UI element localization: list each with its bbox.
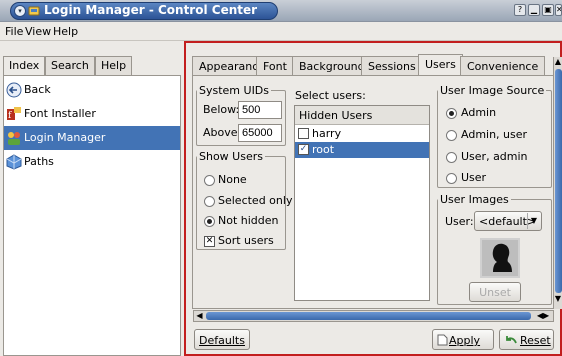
menu-help[interactable]: Help: [53, 25, 78, 38]
root-checkbox[interactable]: ✓: [298, 144, 309, 155]
app-icon: [28, 6, 40, 16]
users-list[interactable]: Hidden Users harry ✓ root: [294, 105, 430, 301]
window-title: Login Manager - Control Center: [44, 3, 258, 17]
show-not-hidden-label: Not hidden: [218, 214, 279, 227]
tab-index[interactable]: Index: [3, 56, 46, 76]
apply-label: Apply: [449, 334, 481, 347]
sort-users-label: Sort users: [218, 234, 274, 247]
show-selected-only-label: Selected only: [218, 194, 293, 207]
user-label: User:: [445, 215, 474, 228]
tab-convenience[interactable]: Convenience: [460, 56, 546, 75]
sort-users-checkbox[interactable]: ✕: [204, 236, 215, 247]
select-users-label: Select users:: [295, 89, 366, 102]
reset-button[interactable]: Reset: [499, 329, 554, 350]
chevron-down-icon[interactable]: ▼: [527, 213, 540, 229]
module-tree: Back f Font Installer Login Manager Path…: [3, 75, 181, 356]
source-user-radio[interactable]: [446, 173, 457, 184]
source-admin-radio[interactable]: [446, 108, 457, 119]
source-user-admin-label: User, admin: [461, 150, 528, 163]
user-images-legend: User Images: [440, 193, 509, 206]
tree-item-label: Paths: [24, 155, 54, 168]
source-admin-user-label: Admin, user: [461, 128, 528, 141]
user-name: harry: [312, 127, 342, 140]
above-label: Above:: [203, 126, 242, 139]
close-button[interactable]: ✕: [555, 4, 562, 16]
harry-checkbox[interactable]: [298, 128, 309, 139]
undo-arrow-icon: [506, 336, 517, 344]
list-item-root[interactable]: ✓ root: [295, 142, 429, 158]
source-admin-label: Admin: [461, 106, 497, 119]
horizontal-scrollbar[interactable]: ◀ ◀▶: [193, 310, 554, 322]
system-uids-legend: System UIDs: [199, 84, 270, 97]
tab-background[interactable]: Background: [292, 56, 372, 75]
show-users-legend: Show Users: [199, 150, 263, 163]
back-arrow-icon: [6, 82, 22, 98]
paths-icon: [6, 154, 22, 170]
window-menu-icon[interactable]: ▾: [14, 5, 26, 17]
menu-bar: File View Help: [0, 22, 562, 41]
above-uid-field[interactable]: [238, 124, 282, 142]
tree-item-font-installer[interactable]: f Font Installer: [4, 102, 180, 126]
user-image-preview[interactable]: [480, 238, 520, 278]
defaults-button[interactable]: Defaults: [194, 329, 250, 350]
scroll-down-icon[interactable]: ▼: [554, 295, 562, 303]
menu-view[interactable]: View: [25, 25, 51, 38]
source-admin-user-radio[interactable]: [446, 130, 457, 141]
apply-button[interactable]: Apply: [432, 329, 494, 350]
reset-label: Reset: [520, 334, 551, 347]
title-bar[interactable]: ▾ Login Manager - Control Center ? ▁ ▣ ✕: [0, 0, 562, 22]
show-none-radio[interactable]: [204, 175, 215, 186]
scroll-right-icon[interactable]: ◀▶: [534, 312, 552, 320]
show-none-label: None: [218, 173, 247, 186]
unset-button[interactable]: Unset: [469, 282, 521, 302]
hidden-users-header[interactable]: Hidden Users: [295, 106, 429, 125]
user-name: root: [312, 143, 335, 156]
tab-search[interactable]: Search: [45, 56, 95, 75]
tab-sessions[interactable]: Sessions: [361, 56, 423, 75]
tab-help[interactable]: Help: [95, 56, 133, 75]
document-icon: [437, 334, 448, 346]
tab-users[interactable]: Users: [418, 54, 463, 75]
source-user-label: User: [461, 171, 487, 184]
maximize-button[interactable]: ▣: [542, 4, 554, 16]
show-selected-only-radio[interactable]: [204, 196, 215, 207]
help-window-button[interactable]: ?: [514, 4, 526, 16]
horizontal-scroll-thumb[interactable]: [206, 312, 531, 320]
tab-font[interactable]: Font: [256, 56, 294, 75]
menu-file[interactable]: File: [5, 25, 23, 38]
tree-item-paths[interactable]: Paths: [4, 150, 180, 174]
vertical-scroll-thumb[interactable]: [555, 69, 562, 293]
source-user-admin-radio[interactable]: [446, 152, 457, 163]
tree-item-label: Font Installer: [24, 107, 96, 120]
vertical-scrollbar[interactable]: ▲ ▼: [553, 57, 562, 309]
scroll-left-icon[interactable]: ◀: [195, 312, 204, 320]
tree-item-label: Login Manager: [24, 131, 106, 144]
image-source-legend: User Image Source: [440, 84, 545, 97]
login-manager-icon: [8, 132, 20, 145]
list-item-harry[interactable]: harry: [295, 126, 429, 142]
show-not-hidden-radio[interactable]: [204, 216, 215, 227]
tree-item-label: Back: [24, 83, 51, 96]
below-uid-field[interactable]: [238, 101, 282, 119]
below-label: Below:: [203, 103, 240, 116]
scroll-up-icon[interactable]: ▲: [554, 58, 562, 66]
font-installer-icon: f: [7, 107, 21, 121]
tree-item-back[interactable]: Back: [4, 78, 180, 102]
tree-item-login-manager[interactable]: Login Manager: [4, 126, 180, 150]
minimize-button[interactable]: ▁: [528, 4, 540, 16]
